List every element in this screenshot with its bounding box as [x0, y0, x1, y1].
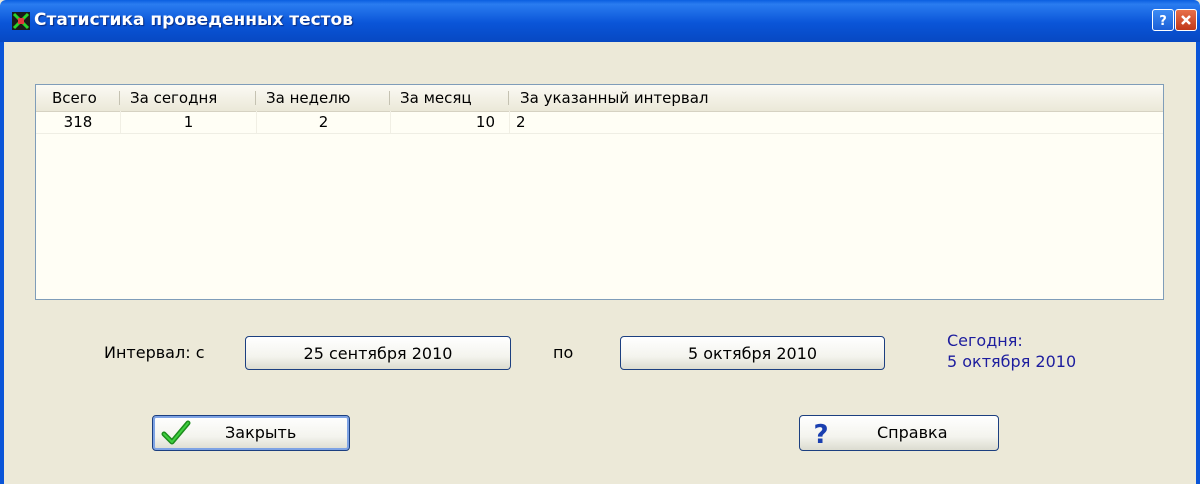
column-header-week[interactable]: За неделю	[260, 85, 382, 111]
today-date: 5 октября 2010	[947, 352, 1077, 371]
interval-to-label: по	[553, 343, 574, 362]
window-frame-left	[0, 42, 4, 484]
interval-label: Интервал: с	[104, 343, 205, 362]
cell-interval: 2	[516, 113, 526, 131]
svg-text:?: ?	[1159, 14, 1167, 27]
column-header-month[interactable]: За месяц	[394, 85, 504, 111]
column-header-total[interactable]: Всего	[46, 85, 126, 111]
question-mark-icon: ?	[1159, 14, 1167, 27]
help-titlebar-button[interactable]: ?	[1152, 9, 1174, 31]
column-separator	[255, 91, 256, 105]
checkmark-icon	[161, 420, 191, 446]
question-mark-icon: ?	[808, 420, 834, 450]
help-button-label: Справка	[877, 423, 948, 442]
cell-total: 318	[63, 113, 93, 131]
cell-week: 2	[318, 113, 329, 131]
close-button-label: Закрыть	[225, 423, 297, 442]
title-bar[interactable]: Статистика проведенных тестов ?	[0, 0, 1200, 42]
column-separator	[508, 91, 509, 105]
app-icon	[12, 12, 30, 30]
interval-to-button[interactable]: 5 октября 2010	[620, 336, 885, 370]
interval-from-button[interactable]: 25 сентября 2010	[245, 336, 511, 370]
window-frame-right	[1196, 42, 1200, 484]
column-separator	[389, 91, 390, 105]
statistics-window: Статистика проведенных тестов ? Всего За…	[0, 0, 1200, 484]
table-row[interactable]: 318 1 2 10 2	[36, 111, 1163, 134]
svg-text:?: ?	[813, 420, 828, 446]
column-separator	[119, 91, 120, 105]
table-header: Всего За сегодня За неделю За месяц За у…	[36, 85, 1163, 112]
window-title: Статистика проведенных тестов	[34, 10, 353, 30]
statistics-table[interactable]: Всего За сегодня За неделю За месяц За у…	[35, 84, 1164, 300]
column-header-today[interactable]: За сегодня	[124, 85, 252, 111]
cell-month: 10	[475, 113, 495, 131]
column-header-interval[interactable]: За указанный интервал	[514, 85, 814, 111]
close-button[interactable]: Закрыть	[152, 415, 350, 451]
close-titlebar-button[interactable]	[1175, 9, 1197, 31]
today-label: Сегодня:	[947, 331, 1023, 350]
close-icon	[1181, 15, 1191, 25]
help-button[interactable]: ? Справка	[799, 415, 999, 451]
cell-today: 1	[183, 113, 194, 131]
